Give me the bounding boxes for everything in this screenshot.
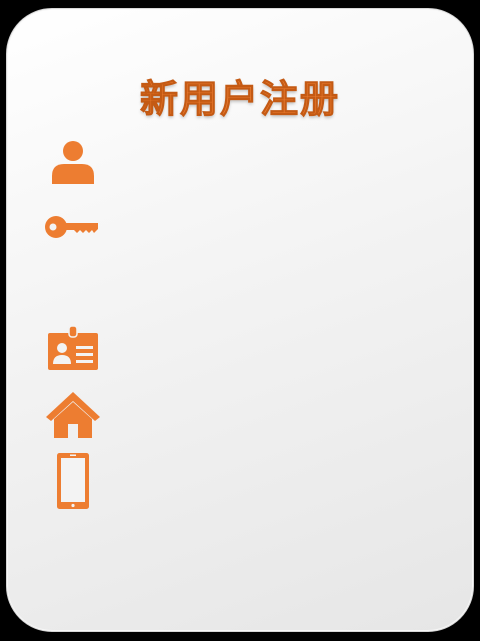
form-title: 新用户注册 — [139, 77, 340, 122]
key-icon — [45, 216, 98, 238]
user-icon — [52, 141, 94, 184]
house-icon — [46, 392, 100, 438]
mobile-phone-icon — [57, 453, 89, 509]
id-card-icon — [48, 326, 98, 370]
